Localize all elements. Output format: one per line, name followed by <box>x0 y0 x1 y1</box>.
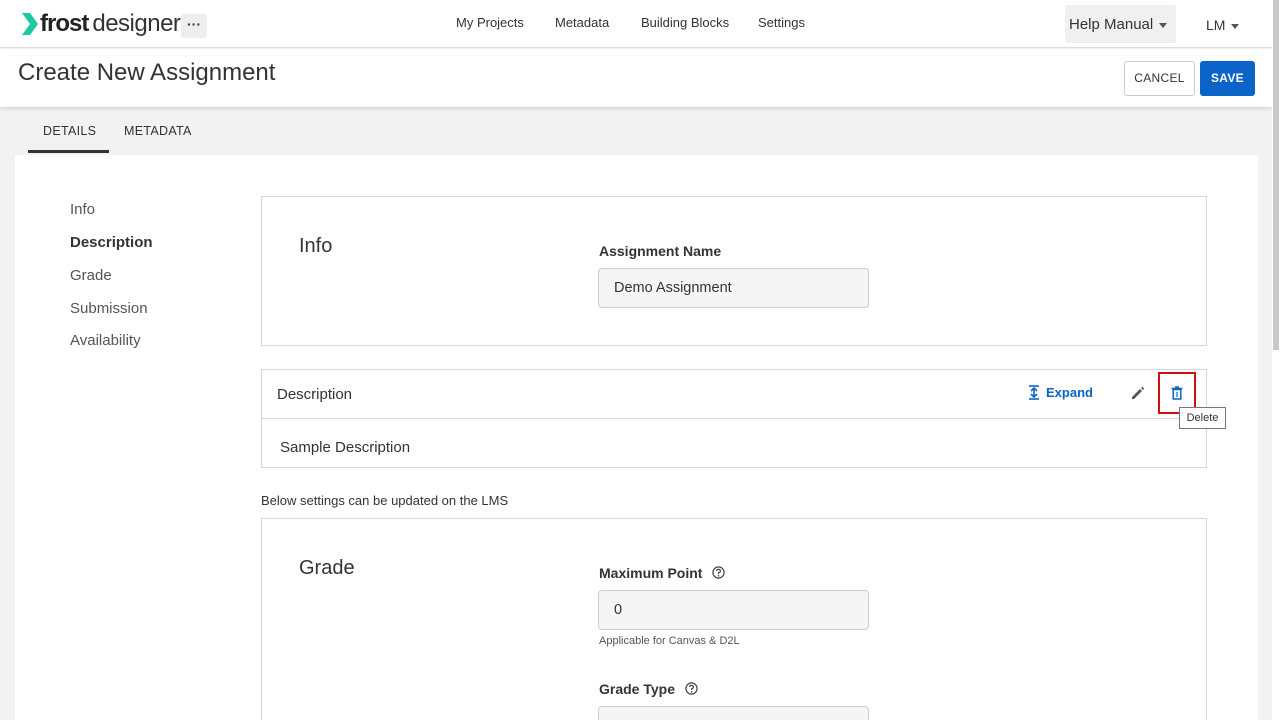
pencil-icon <box>1132 386 1145 399</box>
description-header-label: Description <box>277 386 353 403</box>
maximum-point-input[interactable]: 0 <box>598 590 869 630</box>
nav-my-projects[interactable]: My Projects <box>456 15 524 30</box>
assignment-name-label: Assignment Name <box>599 243 722 259</box>
page-title: Create New Assignment <box>18 59 276 86</box>
question-circle-icon[interactable] <box>712 566 726 579</box>
save-button[interactable]: SAVE <box>1200 61 1255 96</box>
active-tab-indicator <box>28 150 109 153</box>
maximum-point-label: Maximum Point <box>599 565 726 581</box>
sidebar-item-availability[interactable]: Availability <box>70 332 141 349</box>
question-circle-icon[interactable] <box>685 682 698 695</box>
user-menu[interactable]: LM <box>1206 17 1240 33</box>
edit-button[interactable] <box>1130 386 1145 406</box>
page-header: Create New Assignment CANCEL SAVE <box>0 49 1272 107</box>
caret-down-icon <box>1231 23 1240 29</box>
cancel-button[interactable]: CANCEL <box>1124 61 1195 96</box>
sidebar-item-grade[interactable]: Grade <box>70 267 112 284</box>
expand-icon <box>1029 385 1039 400</box>
help-manual-dropdown[interactable]: Help Manual <box>1065 5 1176 43</box>
expand-button[interactable]: Expand <box>1028 385 1093 400</box>
grade-type-select[interactable] <box>598 706 869 720</box>
help-manual-label: Help Manual <box>1069 16 1154 33</box>
caret-down-icon <box>1159 22 1168 28</box>
nav-settings[interactable]: Settings <box>758 15 805 30</box>
grade-type-label: Grade Type <box>599 681 698 697</box>
grade-type-text: Grade Type <box>599 681 675 697</box>
delete-tooltip: Delete <box>1179 407 1226 429</box>
tab-metadata[interactable]: METADATA <box>124 124 192 138</box>
trash-icon <box>1171 386 1183 400</box>
maximum-point-hint: Applicable for Canvas & D2L <box>599 635 740 647</box>
tab-details[interactable]: DETAILS <box>43 124 96 138</box>
assignment-name-input[interactable]: Demo Assignment <box>598 268 869 308</box>
sidebar-item-info[interactable]: Info <box>70 201 95 218</box>
nav-metadata[interactable]: Metadata <box>555 15 609 30</box>
info-section-title: Info <box>299 235 333 257</box>
page-scrollbar-thumb[interactable] <box>1273 0 1279 350</box>
maximum-point-text: Maximum Point <box>599 565 703 581</box>
nav-building-blocks[interactable]: Building Blocks <box>641 15 729 30</box>
description-divider <box>262 418 1206 419</box>
user-initials: LM <box>1206 17 1226 33</box>
sidebar-item-submission[interactable]: Submission <box>70 300 148 317</box>
top-navbar: frost designer ··· My Projects Metadata … <box>0 0 1272 48</box>
grade-section-title: Grade <box>299 557 355 579</box>
description-text: Sample Description <box>280 439 411 456</box>
lms-note: Below settings can be updated on the LMS <box>261 493 509 508</box>
sidebar-item-description[interactable]: Description <box>70 234 153 251</box>
expand-label: Expand <box>1046 385 1093 400</box>
